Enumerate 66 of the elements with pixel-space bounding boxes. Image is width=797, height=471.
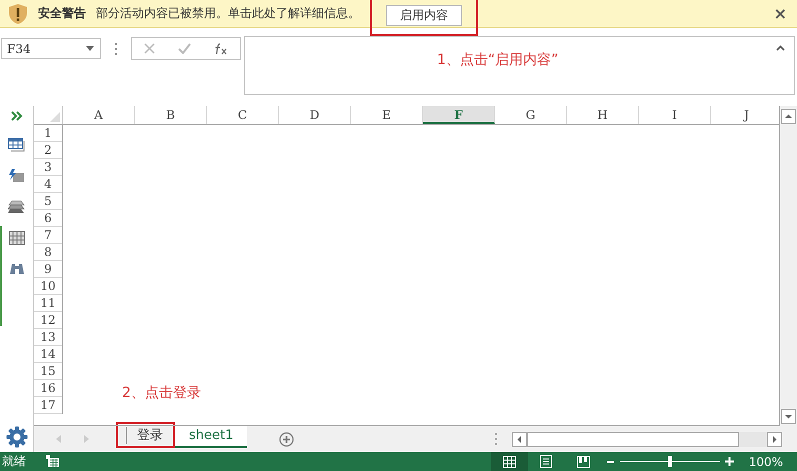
row-header[interactable]: 4 — [34, 176, 62, 193]
column-header[interactable]: I — [639, 106, 711, 124]
sheet-tab[interactable]: 登录 — [129, 424, 171, 446]
warning-shield-icon — [8, 2, 28, 24]
grip-dots-icon — [495, 433, 498, 445]
row-header[interactable]: 16 — [34, 380, 62, 397]
name-box[interactable]: F34 — [1, 38, 101, 59]
column-header[interactable]: D — [279, 106, 351, 124]
lightning-card-icon[interactable] — [8, 169, 25, 183]
add-sheet-icon[interactable] — [279, 432, 294, 446]
scrollbar-thumb[interactable] — [527, 432, 739, 446]
row-header[interactable]: 2 — [34, 142, 62, 159]
row-header[interactable]: 12 — [34, 312, 62, 329]
annotation-text: 2、点击登录 — [122, 384, 201, 402]
horizontal-scrollbar[interactable] — [512, 432, 782, 446]
grid-icon[interactable] — [8, 231, 24, 245]
function-icon[interactable] — [214, 42, 228, 54]
page-break-icon — [576, 456, 590, 468]
sheet-tab[interactable]: sheet1 — [175, 424, 248, 448]
formula-box[interactable]: 1、点击“启用内容” — [244, 36, 795, 95]
view-button[interactable] — [490, 452, 528, 471]
cell-reference: F34 — [7, 42, 31, 56]
column-header[interactable]: G — [495, 106, 567, 124]
security-message[interactable]: 部分活动内容已被禁用。单击此处了解详细信息。 — [96, 5, 360, 22]
collapse-caret-icon[interactable] — [776, 45, 785, 51]
column-header[interactable]: F — [423, 106, 495, 124]
table-icon[interactable] — [8, 138, 25, 152]
enable-content-button[interactable]: 启用内容 — [386, 4, 462, 26]
row-header[interactable]: 9 — [34, 261, 62, 278]
zoom-level[interactable]: 100% — [748, 454, 783, 468]
status-text: 就绪 — [2, 453, 26, 470]
row-header[interactable]: 15 — [34, 363, 62, 380]
column-header[interactable]: A — [63, 106, 135, 124]
column-header[interactable]: B — [135, 106, 207, 124]
security-warning-title: 安全警告 — [38, 5, 86, 22]
row-header[interactable]: 10 — [34, 278, 62, 295]
scroll-down-icon[interactable] — [781, 409, 796, 424]
row-header[interactable]: 11 — [34, 295, 62, 312]
row-header[interactable]: 14 — [34, 346, 62, 363]
double-chevron-icon[interactable] — [10, 111, 22, 121]
stacked-layers-icon[interactable] — [8, 200, 25, 214]
scroll-up-icon[interactable] — [781, 109, 796, 124]
grip-dots-icon — [115, 43, 118, 56]
row-header[interactable]: 8 — [34, 244, 62, 261]
zoom-slider-thumb[interactable] — [668, 456, 672, 467]
row-header[interactable]: 7 — [34, 227, 62, 244]
row-header[interactable]: 1 — [34, 125, 62, 142]
sheet-macro-icon[interactable] — [46, 455, 60, 468]
dropdown-caret-icon[interactable] — [86, 46, 94, 51]
scroll-right-icon[interactable] — [767, 432, 782, 446]
column-header[interactable]: H — [567, 106, 639, 124]
close-button[interactable]: × — [772, 4, 789, 23]
row-header[interactable]: 5 — [34, 193, 62, 210]
grid-icon — [502, 456, 516, 468]
page-icon — [540, 455, 552, 468]
column-header[interactable]: C — [207, 106, 279, 124]
annotation-text: 1、点击“启用内容” — [437, 52, 558, 68]
checkmark-icon[interactable] — [178, 43, 191, 54]
row-header[interactable]: 6 — [34, 210, 62, 227]
scroll-left-icon[interactable] — [512, 432, 527, 446]
row-header[interactable]: 13 — [34, 329, 62, 346]
row-header[interactable]: 3 — [34, 159, 62, 176]
binoculars-icon[interactable] — [8, 262, 24, 275]
row-header[interactable]: 17 — [34, 397, 62, 414]
zoom-in-icon[interactable] — [724, 457, 734, 466]
vertical-scrollbar[interactable] — [780, 106, 797, 426]
